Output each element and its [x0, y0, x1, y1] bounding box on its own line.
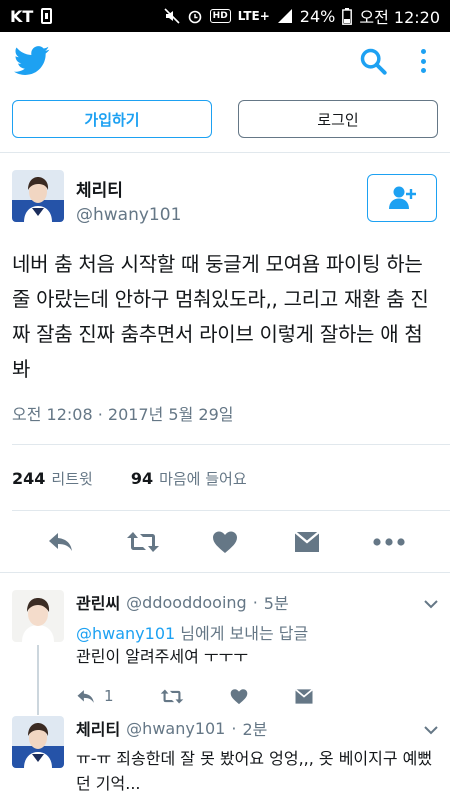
divider [12, 444, 450, 445]
direct-message-button[interactable] [294, 688, 314, 705]
reply-item[interactable]: 관린씨 @ddooddooing · 5분 @hwany101 님에게 보내는 … [12, 590, 438, 705]
reply-count: 1 [104, 687, 114, 705]
reply-icon [49, 533, 72, 551]
search-icon [360, 48, 387, 75]
retweet-count: 244 [12, 469, 46, 488]
avatar[interactable] [12, 170, 64, 222]
envelope-icon [294, 688, 313, 704]
alarm-icon [187, 8, 203, 24]
retweet-stat[interactable]: 244 리트윗 [12, 468, 93, 489]
reply-icon [77, 689, 94, 703]
chevron-down-icon[interactable] [424, 720, 438, 739]
search-button[interactable] [358, 46, 388, 76]
tweet-stats: 244 리트윗 94 마음에 들어요 [12, 468, 247, 489]
twitter-bird-icon[interactable] [14, 46, 50, 76]
more-dot-icon [420, 49, 426, 54]
mute-icon [164, 8, 180, 24]
tweet-actions [0, 526, 450, 558]
thread-connector-line [37, 645, 39, 715]
reply-author-handle[interactable]: @hwany101 [126, 719, 225, 738]
reply-item[interactable]: 체리티 @hwany101 · 2분 ㅠ-ㅠ 죄송한데 잘 못 봤어요 엉엉,,… [12, 716, 438, 796]
reply-button[interactable] [43, 527, 79, 557]
divider [0, 152, 450, 153]
reply-button[interactable]: 1 [76, 687, 114, 705]
reply-text: ㅠ-ㅠ 죄송한데 잘 못 봤어요 엉엉,,, 옷 베이지구 예뻤던 기억... [76, 749, 433, 793]
tweet-timestamp: 오전 12:08 · 2017년 5월 29일 [12, 405, 234, 424]
reply-context-label: 님에게 보내는 답글 [175, 624, 309, 643]
hd-voice-icon: HD [209, 9, 231, 23]
lte-indicator: LTE+ [237, 9, 270, 23]
mention-link[interactable]: @hwany101 [76, 624, 175, 643]
heart-icon [230, 688, 247, 704]
divider [0, 572, 450, 573]
auth-buttons: 가입하기 로그인 [0, 90, 450, 138]
divider [12, 510, 450, 511]
separator: · [252, 592, 258, 612]
chevron-down-icon[interactable] [424, 594, 438, 613]
more-dot-icon [420, 68, 426, 73]
retweet-button[interactable] [160, 688, 184, 705]
add-user-icon [389, 186, 416, 209]
battery-percent: 24% [299, 6, 336, 26]
envelope-icon [294, 531, 320, 552]
reply-time: 2분 [242, 720, 268, 739]
overflow-menu-button[interactable] [418, 47, 428, 75]
like-button[interactable] [230, 688, 248, 705]
main-tweet: 체리티 @hwany101 네버 춤 처음 시작할 때 둥글게 모여욤 파이팅 … [12, 170, 438, 425]
retweet-stat-label: 리트윗 [51, 470, 93, 488]
heart-icon [213, 531, 237, 553]
more-button[interactable] [371, 527, 407, 557]
more-icon [373, 538, 405, 546]
author-handle[interactable]: @hwany101 [76, 205, 181, 225]
direct-message-button[interactable] [289, 527, 325, 557]
clock: 오전 12:20 [359, 8, 440, 27]
separator: · [231, 718, 237, 738]
battery-icon [342, 7, 353, 25]
app-bar [0, 32, 450, 90]
reply-actions: 1 [76, 687, 438, 705]
retweet-button[interactable] [125, 527, 161, 557]
avatar[interactable] [12, 590, 64, 642]
author-name[interactable]: 체리티 [76, 176, 181, 201]
reply-context: @hwany101 님에게 보내는 답글 [76, 620, 438, 644]
reply-text: 관린이 알려주세여 ㅜㅜㅜ [76, 647, 249, 666]
reply-author-handle[interactable]: @ddooddooing [126, 593, 247, 612]
reply-author-name[interactable]: 관린씨 [76, 590, 120, 614]
reply-author-name[interactable]: 체리티 [76, 716, 120, 740]
avatar[interactable] [12, 716, 64, 768]
signup-button[interactable]: 가입하기 [12, 100, 212, 138]
retweet-icon [160, 688, 183, 704]
like-stat[interactable]: 94 마음에 들어요 [131, 468, 247, 489]
tweet-text: 네버 춤 처음 시작할 때 둥글게 모여욤 파이팅 하는 줄 아랐는데 안하구 … [12, 252, 429, 381]
reply-time: 5분 [263, 594, 289, 613]
status-bar: KT HD LTE+ 24% 오전 12:20 [0, 0, 450, 32]
phone-icon [41, 8, 53, 24]
like-stat-label: 마음에 들어요 [159, 470, 247, 488]
follow-button[interactable] [367, 174, 437, 222]
login-button[interactable]: 로그인 [238, 100, 438, 138]
retweet-icon [127, 532, 159, 552]
carrier-label: KT [10, 6, 34, 26]
like-button[interactable] [207, 527, 243, 557]
like-count: 94 [130, 469, 154, 488]
signal-icon [277, 8, 293, 24]
more-dot-icon [420, 58, 426, 64]
